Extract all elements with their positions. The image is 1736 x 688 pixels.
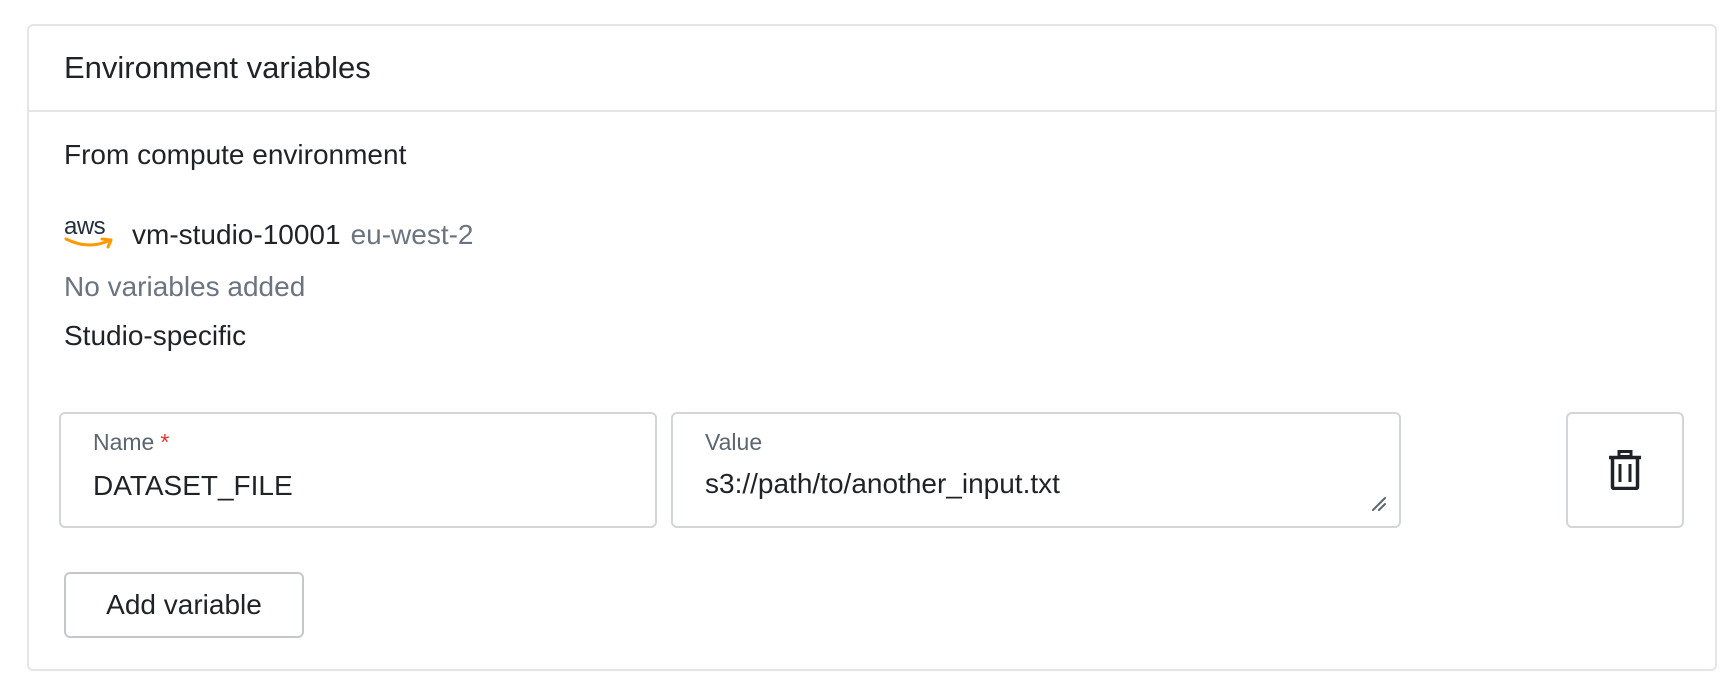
variable-value-input[interactable]: [705, 468, 1361, 500]
resize-handle-icon[interactable]: [1369, 494, 1387, 512]
variable-name-input[interactable]: [93, 470, 617, 502]
no-variables-message: No variables added: [64, 271, 306, 302]
compute-section-label: From compute environment: [64, 139, 407, 170]
compute-env-name: vm-studio-10001: [132, 219, 341, 250]
required-marker: *: [160, 429, 170, 455]
name-field-label: Name *: [93, 429, 169, 456]
trash-icon: [1609, 450, 1641, 490]
aws-smile-icon: [64, 237, 113, 249]
variable-name-field[interactable]: Name *: [59, 412, 657, 528]
add-variable-button[interactable]: Add variable: [64, 572, 304, 638]
value-field-label: Value: [705, 429, 763, 455]
environment-variables-card: Environment variables From compute envir…: [27, 24, 1717, 671]
delete-variable-button[interactable]: [1566, 412, 1684, 528]
name-label-text: Name: [93, 429, 155, 455]
aws-logo-icon: aws: [64, 215, 118, 255]
compute-env-region: eu-west-2: [350, 219, 474, 250]
card-header: Environment variables: [29, 26, 1715, 112]
studio-section-label: Studio-specific: [64, 320, 247, 351]
card-title: Environment variables: [64, 50, 371, 85]
compute-environment-row: aws vm-studio-10001 eu-west-2: [64, 215, 474, 255]
variable-value-field[interactable]: Value: [671, 412, 1401, 528]
